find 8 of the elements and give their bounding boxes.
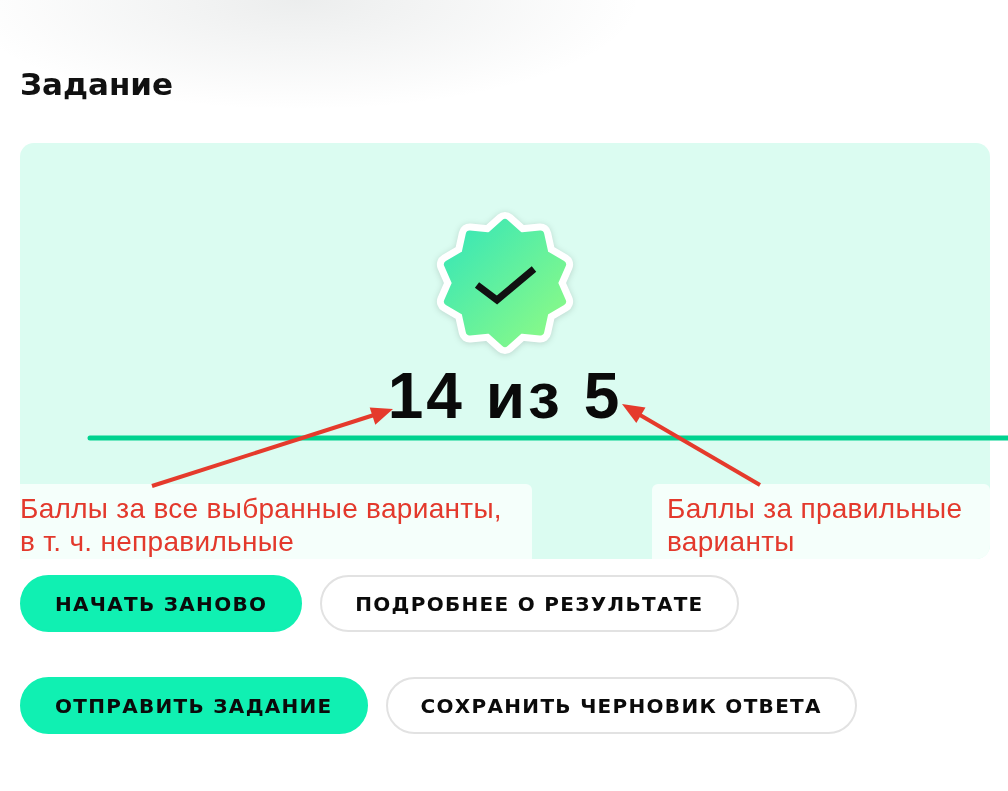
action-button[interactable]: НАЧАТЬ ЗАНОВО xyxy=(20,575,303,632)
score-value: 14 из 5 xyxy=(387,364,623,428)
annotation-note: Баллы за правильные варианты xyxy=(652,484,990,559)
annotation-note: Баллы за все выбранные варианты, в т. ч. неправильные xyxy=(20,484,532,559)
section-title: Задание xyxy=(20,65,174,104)
action-button[interactable]: СОХРАНИТЬ ЧЕРНОВИК ОТВЕТА xyxy=(385,677,857,734)
action-button[interactable]: ОТПРАВИТЬ ЗАДАНИЕ xyxy=(20,677,368,734)
action-button[interactable]: ПОДРОБНЕЕ О РЕЗУЛЬТАТЕ xyxy=(320,575,739,632)
